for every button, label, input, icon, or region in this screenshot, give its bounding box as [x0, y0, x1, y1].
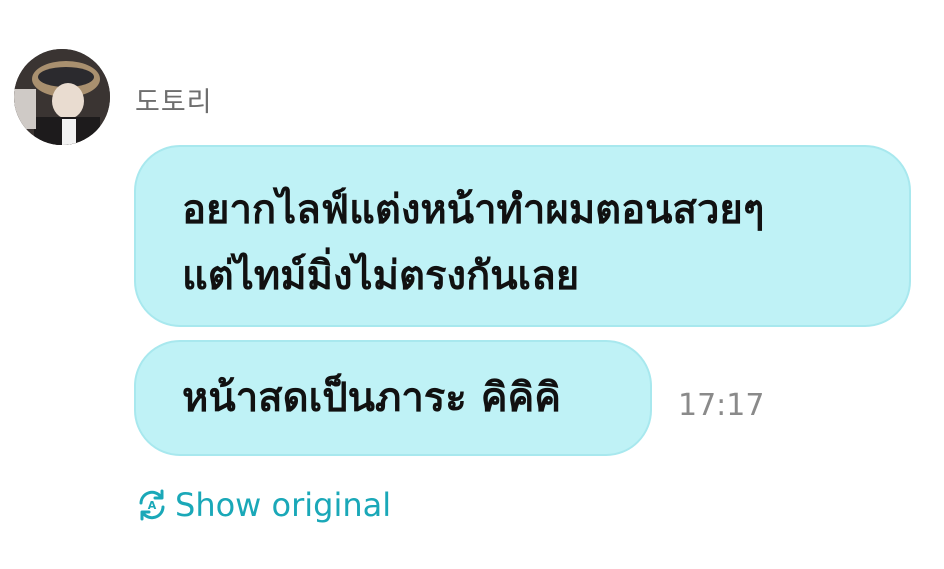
message-timestamp: 17:17 — [678, 388, 765, 423]
message-text-line: อยากไลฟ์แต่งหน้าทำผมตอนสวยๆ — [182, 187, 765, 233]
message-bubble[interactable]: อยากไลฟ์แต่งหน้าทำผมตอนสวยๆ แต่ไทม์มิ่งไ… — [134, 145, 911, 327]
translate-refresh-icon: A — [135, 488, 169, 522]
show-original-label: Show original — [175, 486, 392, 524]
profile-photo-icon — [14, 49, 110, 145]
avatar[interactable] — [14, 49, 110, 145]
svg-text:A: A — [148, 499, 157, 512]
message-text-line: แต่ไทม์มิ่งไม่ตรงกันเลย — [182, 253, 580, 299]
show-original-button[interactable]: A Show original — [135, 486, 391, 524]
message-bubble[interactable]: หน้าสดเป็นภาระ คิคิคิ — [134, 340, 652, 456]
message-text: หน้าสดเป็นภาระ คิคิคิ — [182, 375, 561, 421]
sender-name: 도토리 — [135, 87, 213, 118]
